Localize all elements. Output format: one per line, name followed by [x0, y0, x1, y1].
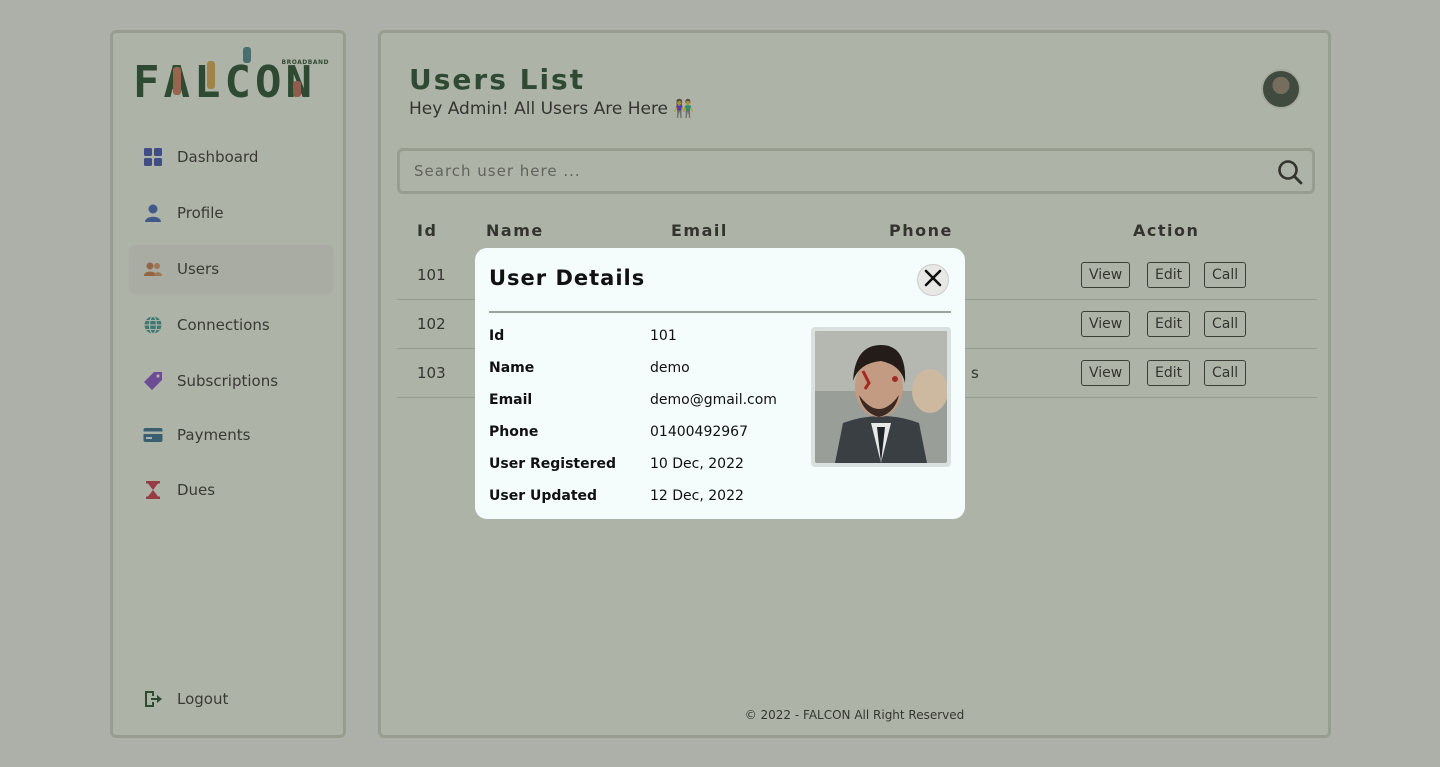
close-button[interactable]: [917, 264, 949, 296]
detail-value-phone: 01400492967: [650, 424, 748, 440]
user-photo: [815, 331, 947, 463]
user-details-modal: User Details Id 101 Name demo Email demo…: [475, 248, 965, 519]
modal-title: User Details: [489, 266, 646, 290]
close-icon: [924, 269, 942, 291]
detail-value-registered: 10 Dec, 2022: [650, 456, 744, 472]
detail-label-name: Name: [489, 360, 535, 376]
detail-value-email: demo@gmail.com: [650, 392, 777, 408]
modal-divider: [489, 311, 951, 313]
detail-label-email: Email: [489, 392, 533, 408]
detail-label-id: Id: [489, 328, 505, 344]
detail-value-id: 101: [650, 328, 677, 344]
detail-label-updated: User Updated: [489, 488, 598, 504]
detail-value-updated: 12 Dec, 2022: [650, 488, 744, 504]
user-photo-frame: [811, 327, 951, 467]
detail-label-registered: User Registered: [489, 456, 617, 472]
detail-value-name: demo: [650, 360, 690, 376]
detail-label-phone: Phone: [489, 424, 539, 440]
